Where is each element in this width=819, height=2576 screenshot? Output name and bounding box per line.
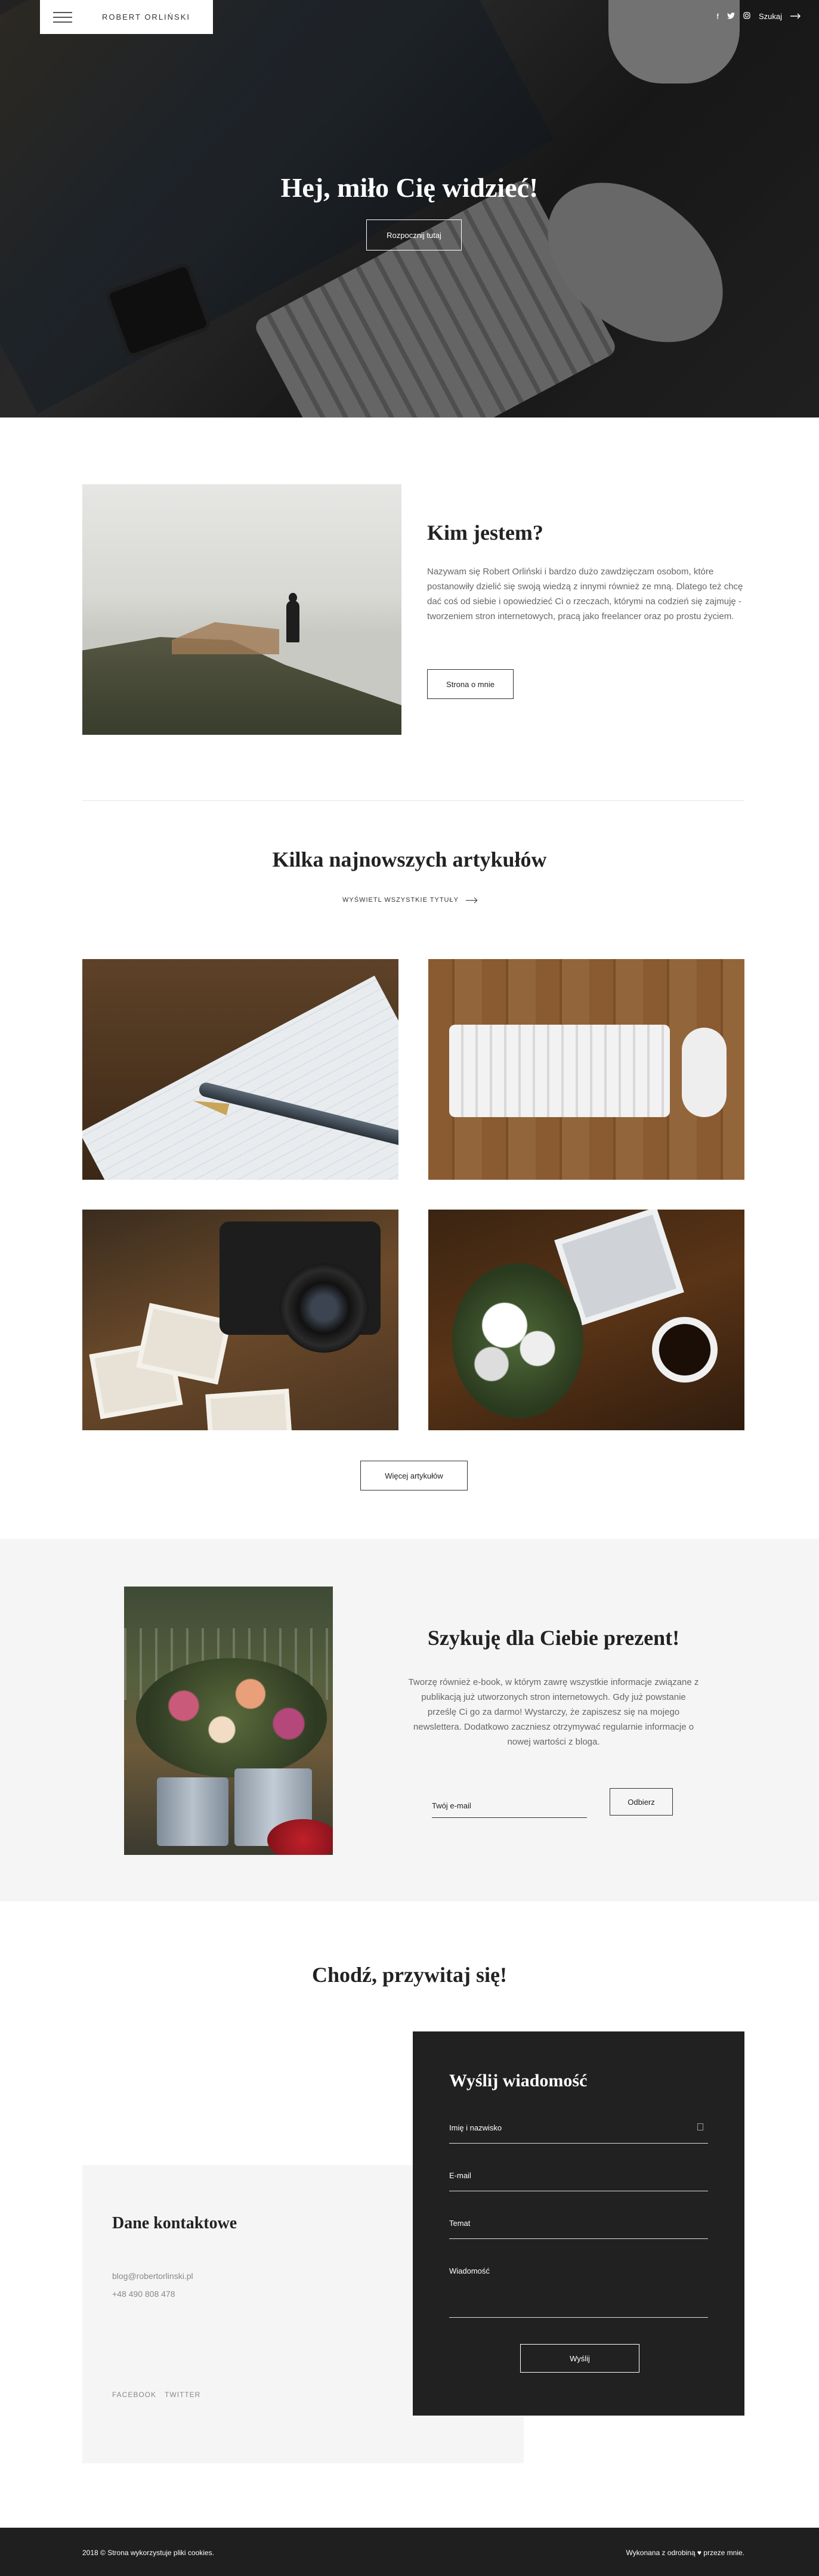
contact-details-title: Dane kontaktowe	[112, 2214, 237, 2232]
section-divider	[82, 800, 744, 801]
notebook-shape	[82, 975, 398, 1180]
contact-phone[interactable]: +48 490 808 478	[112, 2289, 175, 2299]
coffee-cup-shape	[652, 1317, 718, 1383]
article-thumbnail-keyboard[interactable]	[428, 959, 744, 1180]
send-message-button[interactable]: Wyślij	[520, 2344, 639, 2373]
contact-social-links: FACEBOOK TWITTER	[112, 2391, 200, 2399]
newsletter-email-input[interactable]	[432, 1788, 587, 1818]
email-field[interactable]: E-mail	[449, 2167, 708, 2191]
message-field[interactable]: Wiadomość	[449, 2263, 708, 2318]
nav-logo-box: ROBERT ORLIŃSKI	[40, 0, 213, 34]
gift-title: Szykuję dla Ciebie prezent!	[427, 1626, 680, 1650]
subject-field[interactable]: Temat	[449, 2215, 708, 2239]
message-field-label: Wiadomość	[449, 2266, 490, 2275]
hero-section	[0, 0, 819, 418]
flowers-shape	[452, 1263, 583, 1418]
about-me-button[interactable]: Strona o mnie	[427, 669, 514, 699]
articles-title: Kilka najnowszych artykułów	[272, 848, 547, 871]
article-thumbnail-camera[interactable]	[82, 1210, 398, 1430]
view-all-titles-link[interactable]: WYŚWIETL WSZYSTKIE TYTUŁY	[0, 896, 819, 904]
top-right-nav: f Szukaj	[716, 12, 801, 21]
twitter-link[interactable]: TWITTER	[165, 2391, 200, 2399]
contact-card-icon	[697, 2123, 703, 2130]
about-image-rock	[172, 622, 279, 654]
gift-text: Tworzę również e-book, w którym zawrę ws…	[408, 1677, 699, 1747]
camera-lens-shape	[279, 1263, 369, 1353]
gift-image	[124, 1587, 333, 1855]
name-field-label: Imię i nazwisko	[449, 2123, 502, 2132]
about-title: Kim jestem?	[427, 521, 543, 545]
newsletter-submit-button[interactable]: Odbierz	[610, 1788, 673, 1816]
instagram-icon[interactable]	[743, 12, 750, 21]
search-label[interactable]: Szukaj	[759, 12, 782, 21]
contact-title: Chodź, przywitaj się!	[312, 1963, 507, 1987]
facebook-icon[interactable]: f	[716, 12, 719, 21]
hero-start-button[interactable]: Rozpocznij tutaj	[366, 219, 462, 251]
flower-pot-shape	[157, 1777, 228, 1846]
article-thumbnail-notebook[interactable]	[82, 959, 398, 1180]
footer-copyright: 2018 © Strona wykorzystuje pliki cookies…	[82, 2549, 214, 2557]
bouquet-shape	[136, 1658, 327, 1777]
arrow-right-icon	[465, 899, 477, 901]
mouse-shape	[682, 1028, 727, 1117]
more-articles-button[interactable]: Więcej artykułów	[360, 1461, 468, 1490]
view-all-titles-label: WYŚWIETL WSZYSTKIE TYTUŁY	[342, 896, 459, 904]
about-image-person	[286, 601, 299, 642]
footer-credit: Wykonana z odrobiną ♥ przeze mnie.	[626, 2549, 744, 2557]
email-field-label: E-mail	[449, 2171, 471, 2180]
keyboard-shape	[449, 1025, 670, 1117]
about-image	[82, 484, 401, 735]
article-thumbnail-flowers[interactable]	[428, 1210, 744, 1430]
photo-shape	[205, 1388, 293, 1430]
contact-form-title: Wyślij wiadomość	[449, 2071, 588, 2091]
about-text: Nazywam się Robert Orliński i bardzo duż…	[427, 567, 743, 621]
name-field[interactable]: Imię i nazwisko	[449, 2120, 708, 2144]
brand-name[interactable]: ROBERT ORLIŃSKI	[102, 13, 190, 21]
contact-email[interactable]: blog@robertorlinski.pl	[112, 2271, 193, 2281]
twitter-icon[interactable]	[727, 12, 735, 21]
facebook-link[interactable]: FACEBOOK	[112, 2391, 156, 2399]
subject-field-label: Temat	[449, 2219, 471, 2228]
hero-overlay	[0, 0, 819, 418]
arrow-right-icon[interactable]	[790, 12, 801, 21]
hero-title: Hej, miło Cię widzieć!	[280, 172, 539, 203]
hamburger-icon[interactable]	[53, 11, 72, 23]
